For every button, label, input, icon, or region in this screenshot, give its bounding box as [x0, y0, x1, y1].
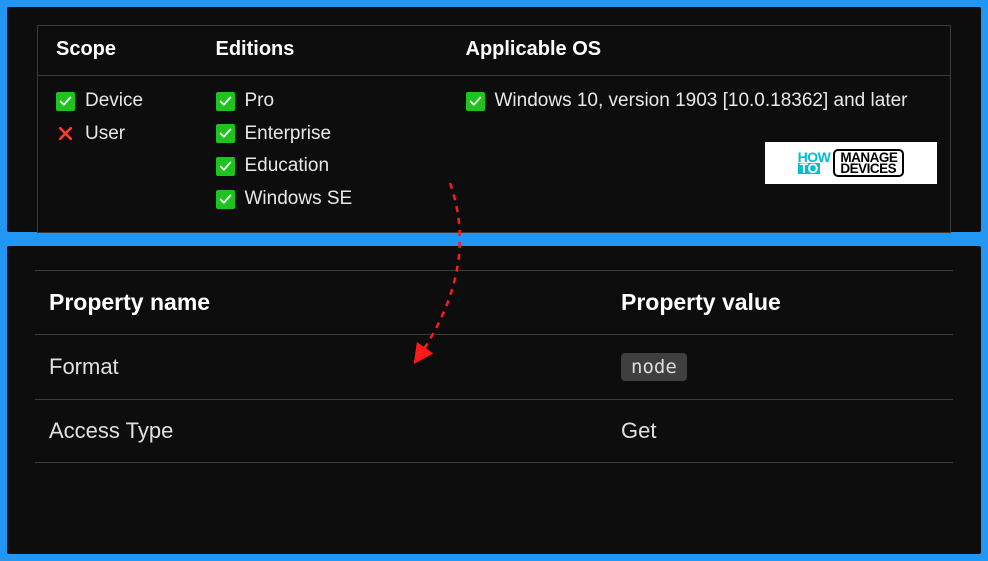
property-row: Access TypeGet — [35, 400, 953, 463]
item-label: Enterprise — [245, 121, 332, 148]
list-item: Device — [56, 88, 180, 115]
item-label: Windows 10, version 1903 [10.0.18362] an… — [495, 88, 908, 115]
item-label: Pro — [245, 88, 275, 115]
item-label: User — [85, 121, 125, 148]
list-item: Windows SE — [216, 186, 430, 213]
editions-cell: Pro Enterprise Education Windows SE — [198, 76, 448, 233]
cross-icon — [56, 124, 75, 143]
property-name: Access Type — [49, 418, 621, 444]
check-icon — [216, 124, 235, 143]
list-item: Enterprise — [216, 121, 430, 148]
logo-howto: HOW TO — [798, 152, 831, 175]
check-icon — [216, 92, 235, 111]
check-icon — [216, 190, 235, 209]
list-item: Education — [216, 153, 430, 180]
value-badge: node — [621, 353, 687, 381]
check-icon — [216, 157, 235, 176]
item-label: Windows SE — [245, 186, 353, 213]
header-scope: Scope — [38, 26, 198, 76]
list-item: User — [56, 121, 180, 148]
list-item: Windows 10, version 1903 [10.0.18362] an… — [466, 88, 933, 115]
property-value: Get — [621, 418, 931, 444]
scope-cell: Device User — [38, 76, 198, 233]
item-label: Device — [85, 88, 143, 115]
header-editions: Editions — [198, 26, 448, 76]
property-row: Formatnode — [35, 335, 953, 400]
list-item: Pro — [216, 88, 430, 115]
header-applicable-os: Applicable OS — [448, 26, 951, 76]
logo-to-text: TO — [798, 163, 820, 175]
logo-devices-text: DEVICES — [840, 163, 897, 174]
check-icon — [466, 92, 485, 111]
htmd-logo: HOW TO MANAGE DEVICES — [765, 142, 937, 184]
item-label: Education — [245, 153, 330, 180]
property-panel: Property name Property value FormatnodeA… — [7, 246, 981, 554]
applicability-panel: Scope Editions Applicable OS DeviceUser … — [7, 7, 981, 232]
property-value-header: Property value — [621, 289, 931, 316]
logo-manage-devices: MANAGE DEVICES — [833, 149, 904, 177]
property-header-row: Property name Property value — [35, 271, 953, 335]
property-value: node — [621, 353, 931, 381]
applicability-table: Scope Editions Applicable OS DeviceUser … — [37, 25, 951, 233]
property-name: Format — [49, 354, 621, 380]
check-icon — [56, 92, 75, 111]
property-name-header: Property name — [49, 289, 621, 316]
